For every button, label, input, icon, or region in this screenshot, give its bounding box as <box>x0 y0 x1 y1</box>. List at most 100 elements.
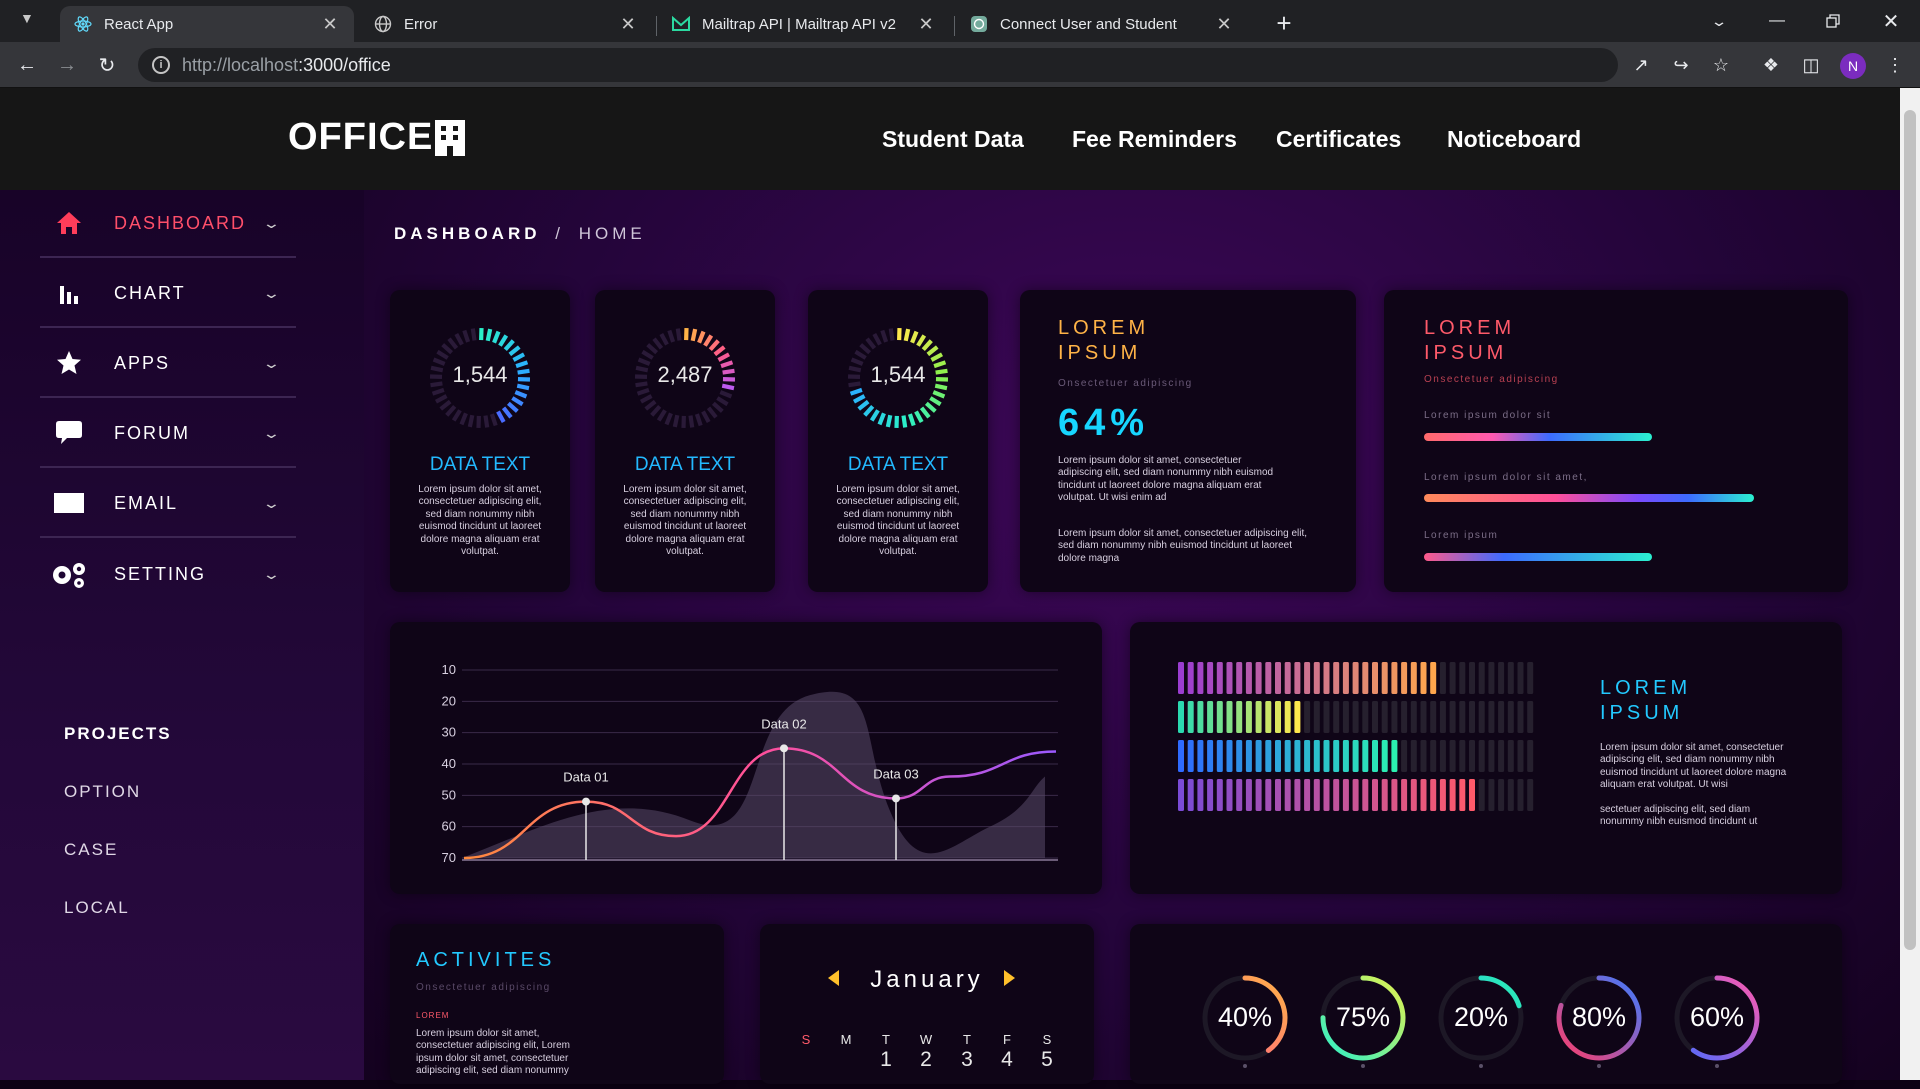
stat-value: 2,487 <box>595 362 775 388</box>
sidebar-item-setting[interactable]: SETTING ⌄ <box>40 540 296 608</box>
equalizer-cell <box>1304 779 1310 811</box>
nav-noticeboard[interactable]: Noticeboard <box>1447 126 1581 153</box>
close-icon[interactable]: ✕ <box>916 14 936 35</box>
tab-list-chevron-icon[interactable]: ⌄ <box>1682 0 1757 42</box>
equalizer-cell <box>1469 740 1475 772</box>
card-title: LOREM IPSUM <box>1424 316 1515 366</box>
sidebar-item-dashboard[interactable]: DASHBOARD ⌄ <box>40 190 296 258</box>
project-option[interactable]: OPTION <box>64 782 141 802</box>
app-logo[interactable]: OFFICE <box>288 116 465 159</box>
equalizer-cell <box>1324 740 1330 772</box>
tab-react-app[interactable]: React App ✕ <box>60 6 354 42</box>
card-paragraph: sectetuer adipiscing elit, sed diam nonu… <box>1600 804 1780 829</box>
new-tab-button[interactable]: + <box>1268 8 1300 40</box>
donut-segment <box>931 354 942 360</box>
chevron-down-icon[interactable]: ⌄ <box>262 355 294 372</box>
close-icon[interactable]: ✕ <box>618 14 638 35</box>
nav-fee-reminders[interactable]: Fee Reminders <box>1072 126 1237 153</box>
equalizer-cell <box>1256 779 1262 811</box>
card-title-line: IPSUM <box>1424 341 1515 366</box>
close-icon[interactable]: ✕ <box>320 14 340 35</box>
donut-segment <box>926 403 935 411</box>
data-point[interactable] <box>780 744 788 752</box>
equalizer-cell <box>1527 740 1533 772</box>
donut-segment <box>461 413 465 424</box>
sidebar-item-apps[interactable]: APPS ⌄ <box>40 330 296 398</box>
equalizer-cell <box>1518 779 1524 811</box>
calendar-next-arrow-icon[interactable] <box>1004 970 1015 986</box>
nav-student-data[interactable]: Student Data <box>882 126 1024 153</box>
data-point[interactable] <box>582 798 590 806</box>
activities-subtitle: Onsectetuer adipiscing <box>416 982 551 993</box>
sidebar-item-chart[interactable]: CHART ⌄ <box>40 260 296 328</box>
equalizer-cell <box>1343 779 1349 811</box>
profile-avatar[interactable]: N <box>1840 53 1866 79</box>
equalizer-cell <box>1285 701 1291 733</box>
extensions-puzzle-icon[interactable]: ❖ <box>1756 50 1786 80</box>
donut-segment <box>903 416 905 428</box>
donut-segment <box>933 392 944 396</box>
stat-description: Lorem ipsum dolor sit amet, consectetuer… <box>836 484 960 558</box>
reload-icon[interactable]: ↻ <box>92 50 122 80</box>
equalizer-cell <box>1246 701 1252 733</box>
card-paragraph: Lorem ipsum dolor sit amet, consectetuer… <box>1600 742 1806 792</box>
breadcrumb-section[interactable]: DASHBOARD <box>394 224 541 243</box>
info-icon[interactable]: i <box>152 56 170 74</box>
scrollbar-thumb[interactable] <box>1904 110 1916 950</box>
equalizer-cell <box>1304 701 1310 733</box>
calendar-date[interactable]: 1 <box>876 1048 896 1072</box>
calendar-date[interactable]: 2 <box>916 1048 936 1072</box>
close-window-button[interactable]: ✕ <box>1866 0 1916 42</box>
equalizer-cell <box>1440 740 1446 772</box>
bookmark-star-icon[interactable]: ☆ <box>1706 50 1736 80</box>
equalizer-cell <box>1421 701 1427 733</box>
share-icon[interactable]: ↪ <box>1666 50 1696 80</box>
sidebar-item-label: FORUM <box>114 423 268 444</box>
equalizer-cell <box>1197 740 1203 772</box>
donut-segment <box>510 347 519 354</box>
tab-connect-user[interactable]: Connect User and Student ✕ <box>956 6 1248 42</box>
equalizer-cell <box>1391 779 1397 811</box>
sidebar-item-email[interactable]: EMAIL ⌄ <box>40 470 296 538</box>
chevron-down-icon[interactable]: ⌄ <box>262 215 294 232</box>
y-tick-label: 40 <box>442 756 456 771</box>
card-title-line: IPSUM <box>1600 701 1691 726</box>
equalizer-cell <box>1324 779 1330 811</box>
chevron-down-icon[interactable]: ⌄ <box>262 566 294 583</box>
close-icon[interactable]: ✕ <box>1214 14 1234 35</box>
restore-button[interactable] <box>1808 0 1858 42</box>
equalizer-cell <box>1440 662 1446 694</box>
chevron-down-icon[interactable]: ⌄ <box>262 425 294 442</box>
data-point[interactable] <box>892 794 900 802</box>
tab-mailtrap[interactable]: Mailtrap API | Mailtrap API v2 ✕ <box>658 6 950 42</box>
page-scrollbar[interactable] <box>1900 88 1920 1080</box>
calendar-date[interactable]: 4 <box>997 1048 1017 1072</box>
equalizer-cell <box>1362 740 1368 772</box>
tab-search-icon[interactable]: ▼ <box>20 10 44 32</box>
project-case[interactable]: CASE <box>64 840 118 860</box>
back-arrow-icon[interactable]: ← <box>12 50 42 80</box>
menu-kebab-icon[interactable]: ⋮ <box>1880 50 1910 80</box>
minimize-button[interactable]: — <box>1752 0 1802 42</box>
donut-segment <box>879 413 883 424</box>
equalizer-cell <box>1343 701 1349 733</box>
equalizer-cell <box>1178 740 1184 772</box>
nav-certificates[interactable]: Certificates <box>1276 126 1401 153</box>
forward-arrow-icon[interactable]: → <box>52 50 82 80</box>
sidebar-item-forum[interactable]: FORUM ⌄ <box>40 400 296 468</box>
calendar-date[interactable]: 5 <box>1037 1048 1057 1072</box>
equalizer-cell <box>1265 740 1271 772</box>
donut-segment <box>661 334 667 345</box>
address-bar[interactable]: i http://localhost:3000/office <box>138 48 1618 82</box>
chevron-down-icon[interactable]: ⌄ <box>262 495 294 512</box>
donut-segment <box>699 332 703 343</box>
tab-error[interactable]: Error ✕ <box>360 6 652 42</box>
side-panel-icon[interactable]: ◫ <box>1796 50 1826 80</box>
chevron-down-icon[interactable]: ⌄ <box>262 285 294 302</box>
open-in-app-icon[interactable]: ↗ <box>1626 50 1656 80</box>
card-subtitle: Onsectetuer adipiscing <box>1058 378 1193 389</box>
equalizer-cell <box>1382 701 1388 733</box>
calendar-date[interactable]: 3 <box>957 1048 977 1072</box>
donut-segment <box>512 398 522 404</box>
project-local[interactable]: LOCAL <box>64 898 130 918</box>
